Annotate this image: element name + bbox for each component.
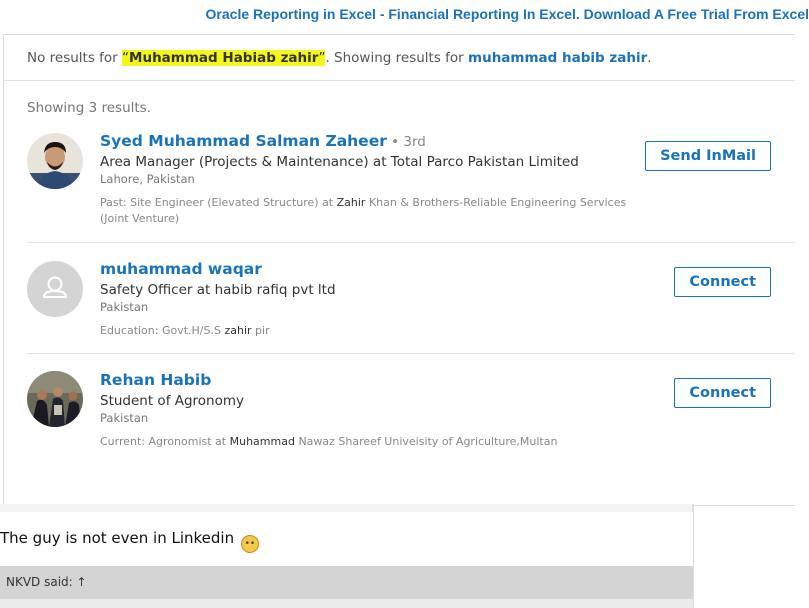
sponsored-ad-link[interactable]: Oracle Reporting in Excel - Financial Re… bbox=[206, 6, 809, 22]
result-info: Syed Muhammad Salman Zaheer • 3rd Area M… bbox=[100, 131, 630, 227]
connect-button[interactable]: Connect bbox=[674, 267, 771, 297]
card-bottom-strip bbox=[0, 504, 693, 512]
connection-degree: • 3rd bbox=[386, 134, 426, 150]
quote-body bbox=[0, 599, 693, 608]
quote-author-link[interactable]: NKVD said: ↑ bbox=[6, 575, 87, 589]
profile-photo[interactable] bbox=[27, 133, 83, 189]
profile-photo[interactable] bbox=[27, 371, 83, 427]
result-headline: Area Manager (Projects & Maintenance) at… bbox=[100, 154, 579, 170]
result-snippet: Education: Govt.H/S.S zahir pir bbox=[100, 324, 270, 337]
quote-header-bar: NKVD said: ↑ bbox=[0, 566, 693, 599]
result-snippet: Past: Site Engineer (Elevated Structure)… bbox=[100, 196, 627, 225]
no-results-notice: No results for “Muhammad Habiab zahir”. … bbox=[4, 35, 795, 81]
result-headline: Student of Agronomy bbox=[100, 393, 245, 409]
result-location: Pakistan bbox=[100, 300, 149, 314]
results-count: Showing 3 results. bbox=[27, 100, 151, 116]
result-location: Lahore, Pakistan bbox=[100, 172, 195, 186]
result-info: muhammad waqar Safety Officer at habib r… bbox=[100, 259, 630, 339]
result-snippet: Current: Agronomist at Muhammad Nawaz Sh… bbox=[100, 435, 558, 448]
notice-middle: . Showing results for bbox=[325, 50, 469, 66]
highlighted-query: “Muhammad Habiab zahir” bbox=[122, 50, 326, 66]
result-info: Rehan Habib Student of Agronomy Pakistan… bbox=[100, 370, 630, 450]
post-border bbox=[693, 504, 694, 608]
result-name-link[interactable]: Rehan Habib bbox=[100, 371, 211, 389]
result-name-link[interactable]: muhammad waqar bbox=[100, 260, 262, 278]
result-item: Rehan Habib Student of Agronomy Pakistan… bbox=[27, 353, 795, 464]
result-name-link[interactable]: Syed Muhammad Salman Zaheer bbox=[100, 132, 387, 150]
search-results-card: No results for “Muhammad Habiab zahir”. … bbox=[3, 34, 795, 506]
result-item: Syed Muhammad Salman Zaheer • 3rd Area M… bbox=[27, 131, 795, 243]
person-placeholder-icon bbox=[43, 276, 67, 298]
rolling-eyes-emoji-icon: •• bbox=[240, 535, 259, 553]
result-location: Pakistan bbox=[100, 411, 149, 425]
suggested-query-link[interactable]: muhammad habib zahir bbox=[468, 50, 647, 66]
result-headline: Safety Officer at habib rafiq pvt ltd bbox=[100, 282, 336, 298]
forum-post-text: The guy is not even in Linkedin •• bbox=[0, 529, 259, 553]
original-query: Muhammad Habiab zahir bbox=[129, 50, 319, 66]
send-inmail-button[interactable]: Send InMail bbox=[645, 141, 771, 171]
notice-prefix: No results for bbox=[27, 50, 123, 66]
connect-button[interactable]: Connect bbox=[674, 378, 771, 408]
default-avatar[interactable] bbox=[27, 261, 83, 317]
result-item: muhammad waqar Safety Officer at habib r… bbox=[27, 242, 795, 353]
